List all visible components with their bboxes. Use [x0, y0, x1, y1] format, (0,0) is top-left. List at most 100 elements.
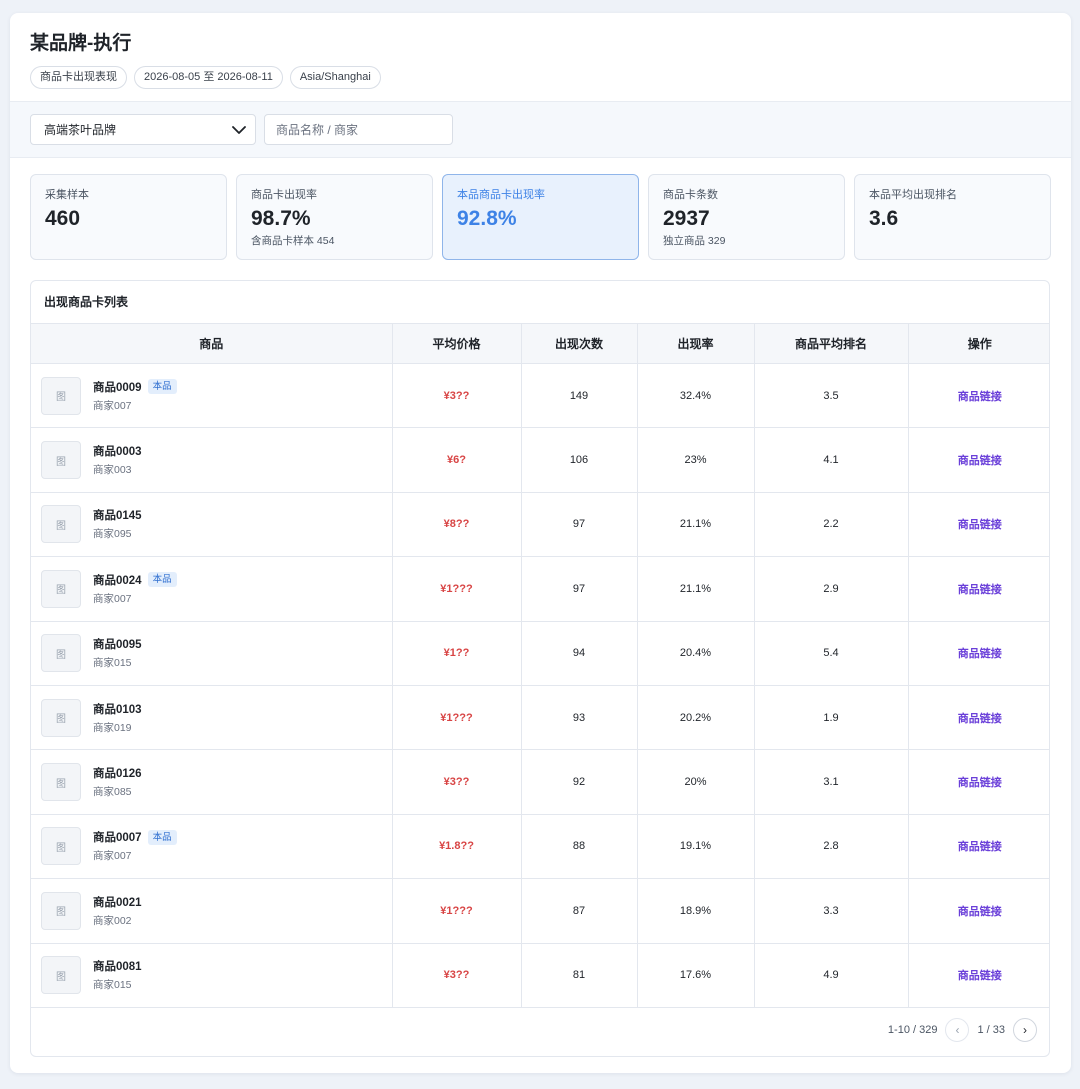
cell-action: 商品链接: [908, 749, 1049, 815]
cell-rate: 20.4%: [637, 621, 755, 686]
merchant-name: 商家095: [93, 528, 132, 541]
product-link[interactable]: 商品链接: [958, 906, 1002, 918]
merchant-name: 商家007: [93, 850, 132, 863]
product-thumbnail: 图: [41, 891, 81, 930]
product-link[interactable]: 商品链接: [958, 519, 1002, 531]
next-page-button[interactable]: ›: [1013, 1018, 1037, 1042]
stat-card-card-count: 商品卡条数 2937 独立商品 329: [648, 174, 845, 260]
price-value: ¥1??: [443, 647, 470, 660]
product-name: 商品0024: [93, 574, 142, 587]
stat-sub: 含商品卡样本 454: [251, 235, 335, 247]
table-title: 出现商品卡列表: [44, 295, 129, 309]
cell-rank: 1.9: [754, 685, 909, 751]
product-link[interactable]: 商品链接: [958, 970, 1002, 982]
product-name: 商品0095: [93, 639, 142, 652]
stat-label: 本品平均出现排名: [869, 189, 957, 201]
stat-label: 商品卡条数: [663, 189, 718, 201]
column-header-rate[interactable]: 出现率: [637, 323, 755, 364]
page-header: 某品牌-执行 商品卡出现表现 2026-08-05 至 2026-08-11 A…: [10, 13, 1071, 102]
product-text: 商品0103 商家019: [93, 701, 142, 735]
product-name: 商品0021: [93, 896, 142, 909]
cell-price: ¥8??: [392, 492, 522, 558]
product-name-line: 商品0095: [93, 636, 142, 652]
cell-price: ¥1??: [392, 621, 522, 686]
own-product-badge: 本品: [147, 829, 177, 845]
cell-price: ¥1.8??: [392, 814, 522, 880]
search-input[interactable]: 商品名称 / 商家: [264, 114, 453, 145]
stat-value: 460: [45, 207, 81, 230]
filter-bar: 高端茶叶品牌 商品名称 / 商家: [10, 102, 1071, 158]
cell-product: 图商品0145 商家095: [31, 492, 393, 558]
cell-action: 商品链接: [908, 363, 1049, 429]
chevron-left-icon: ‹: [955, 1023, 960, 1037]
product-info: 图商品0009 本品 商家007: [41, 376, 392, 415]
product-thumbnail: 图: [41, 698, 81, 737]
price-value: ¥8??: [443, 518, 470, 531]
product-name-line: 商品0009 本品: [93, 379, 177, 395]
product-info: 图商品0021 商家002: [41, 891, 392, 930]
own-product-badge: 本品: [147, 379, 177, 395]
product-link[interactable]: 商品链接: [958, 777, 1002, 789]
cell-price: ¥1???: [392, 685, 522, 751]
product-thumbnail: 图: [41, 763, 81, 802]
cell-product: 图商品0021 商家002: [31, 878, 393, 944]
category-select-value: 高端茶叶品牌: [44, 123, 117, 137]
price-value: ¥6?: [447, 454, 466, 467]
product-link[interactable]: 商品链接: [958, 584, 1002, 596]
merchant-name: 商家002: [93, 914, 132, 927]
column-header-action: 操作: [908, 323, 1049, 364]
merchant-name: 商家019: [93, 721, 132, 734]
cell-rate: 21.1%: [637, 556, 755, 622]
price-value: ¥1.8??: [439, 840, 474, 853]
table-row: 图商品0003 商家003 ¥6? 106 23% 4.1 商品链接: [31, 427, 1049, 493]
stat-card-card-rate: 商品卡出现率 98.7% 含商品卡样本 454: [236, 174, 433, 260]
product-info: 图商品0024 本品 商家007: [41, 569, 392, 608]
cell-price: ¥6?: [392, 427, 522, 493]
pagination-range: 1-10 / 329: [887, 1024, 938, 1036]
product-link[interactable]: 商品链接: [958, 648, 1002, 660]
product-info: 图商品0095 商家015: [41, 634, 392, 673]
cell-count: 94: [521, 621, 638, 686]
category-select[interactable]: 高端茶叶品牌: [30, 114, 256, 145]
table-body: 图商品0009 本品 商家007 ¥3?? 149 32.4% 3.5 商品链接图商品0003…: [31, 363, 1049, 1008]
cell-rate: 23%: [637, 427, 755, 493]
column-header-rank[interactable]: 商品平均排名: [754, 323, 909, 364]
merchant-name: 商家085: [93, 786, 132, 799]
cell-rank: 3.5: [754, 363, 909, 429]
cell-count: 88: [521, 814, 638, 880]
product-link[interactable]: 商品链接: [958, 391, 1002, 403]
product-link[interactable]: 商品链接: [958, 841, 1002, 853]
table-row: 图商品0021 商家002 ¥1??? 87 18.9% 3.3 商品链接: [31, 878, 1049, 944]
product-thumbnail: 图: [41, 505, 81, 544]
cell-action: 商品链接: [908, 427, 1049, 493]
table-row: 图商品0009 本品 商家007 ¥3?? 149 32.4% 3.5 商品链接: [31, 363, 1049, 429]
table-row: 图商品0007 本品 商家007 ¥1.8?? 88 19.1% 2.8 商品链接: [31, 814, 1049, 880]
product-text: 商品0126 商家085: [93, 765, 142, 799]
column-header-count[interactable]: 出现次数: [521, 323, 638, 364]
product-info: 图商品0007 本品 商家007: [41, 827, 392, 866]
table-row: 图商品0145 商家095 ¥8?? 97 21.1% 2.2 商品链接: [31, 492, 1049, 558]
product-text: 商品0007 本品 商家007: [93, 829, 177, 863]
page-title: 某品牌-执行: [30, 33, 132, 54]
cell-rank: 5.4: [754, 621, 909, 686]
merchant-name: 商家007: [93, 592, 132, 605]
product-link[interactable]: 商品链接: [958, 455, 1002, 467]
cell-count: 106: [521, 427, 638, 493]
cell-price: ¥3??: [392, 749, 522, 815]
product-text: 商品0081 商家015: [93, 958, 142, 992]
cell-action: 商品链接: [908, 556, 1049, 622]
product-link[interactable]: 商品链接: [958, 713, 1002, 725]
stat-card-own-rate: 本品商品卡出现率 92.8%: [442, 174, 639, 260]
prev-page-button[interactable]: ‹: [945, 1018, 970, 1042]
cell-action: 商品链接: [908, 943, 1049, 1008]
search-placeholder: 商品名称 / 商家: [276, 123, 359, 137]
chip-timezone: Asia/Shanghai: [289, 66, 381, 89]
column-header-product[interactable]: 商品: [31, 323, 393, 364]
product-name-line: 商品0003: [93, 443, 142, 459]
cell-count: 97: [521, 556, 638, 622]
cell-action: 商品链接: [908, 492, 1049, 558]
column-header-price[interactable]: 平均价格: [392, 323, 522, 364]
cell-rank: 2.2: [754, 492, 909, 558]
stat-sub: 独立商品 329: [663, 235, 726, 247]
product-name-line: 商品0021: [93, 894, 142, 910]
